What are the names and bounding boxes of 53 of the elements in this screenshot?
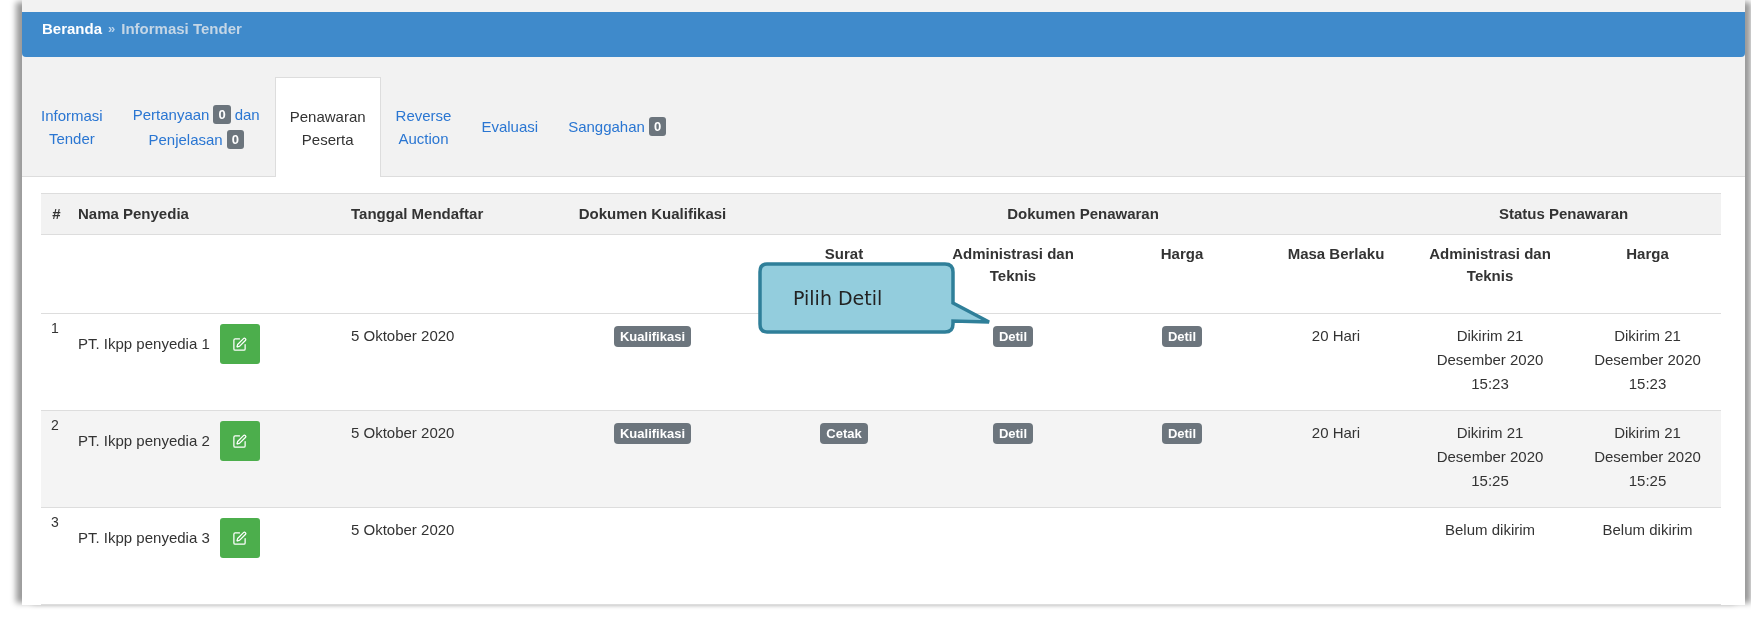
column-header: Tanggal Mendaftar <box>351 205 484 223</box>
detil-button[interactable]: Detil <box>1161 326 1203 347</box>
provider-name: PT. Ikpp penyedia 1 <box>78 334 210 354</box>
cetak-button[interactable]: Cetak <box>820 423 868 444</box>
breadcrumb-home-link[interactable]: Beranda <box>42 20 103 37</box>
detil-button[interactable]: Detil <box>992 423 1034 444</box>
kualifikasi-button[interactable]: Kualifikasi <box>614 423 691 444</box>
edit-button[interactable] <box>219 324 260 364</box>
date-text: 5 Oktober 2020 <box>351 424 455 441</box>
column-header: Harga <box>1626 245 1669 262</box>
edit-button[interactable] <box>219 421 260 461</box>
tab[interactable]: Evaluasi <box>466 86 554 166</box>
row-number: 1 <box>51 320 59 336</box>
tab[interactable]: Informasi Tender <box>26 86 118 166</box>
edit-icon <box>232 336 248 352</box>
row-number: 2 <box>51 417 59 433</box>
date-text: 5 Oktober 2020 <box>351 521 455 538</box>
edit-button[interactable] <box>219 518 260 558</box>
status-text: Dikirim 21 Desember 2020 15:23 <box>1594 327 1701 392</box>
validity-text: 20 Hari <box>1311 327 1361 344</box>
date-text: 5 Oktober 2020 <box>351 327 455 344</box>
tab[interactable]: Pertanyaan 0 dan Penjelasan 0 <box>117 86 275 166</box>
kualifikasi-button[interactable]: Kualifikasi <box>614 326 691 347</box>
tab[interactable]: Reverse Auction <box>380 86 467 166</box>
edit-icon <box>232 530 248 546</box>
column-header: Dokumen Penawaran <box>1007 205 1159 223</box>
column-header: # <box>52 205 61 223</box>
column-header: Surat <box>824 245 864 262</box>
tab[interactable]: Sanggahan 0 <box>553 86 682 166</box>
column-header: Status Penawaran <box>1498 205 1629 223</box>
status-text: Belum dikirim <box>1445 521 1536 538</box>
column-header: Masa Berlaku <box>1287 245 1385 262</box>
status-text: Dikirim 21 Desember 2020 15:23 <box>1436 327 1544 392</box>
count-badge: 0 <box>648 117 667 136</box>
edit-icon <box>232 433 248 449</box>
count-badge: 0 <box>226 129 244 149</box>
count-badge: 0 <box>213 104 231 124</box>
column-header: Harga <box>1160 245 1204 262</box>
tab[interactable]: Penawaran Peserta <box>274 77 381 177</box>
status-text: Dikirim 21 Desember 2020 15:25 <box>1594 424 1701 489</box>
detil-button[interactable]: Detil <box>992 326 1034 347</box>
breadcrumb-separator: » <box>108 21 116 36</box>
column-header: Nama Penyedia <box>78 205 189 223</box>
column-header: Dokumen Kualifikasi <box>578 205 727 223</box>
status-text: Dikirim 21 Desember 2020 15:25 <box>1436 424 1544 489</box>
validity-text: 20 Hari <box>1311 424 1361 441</box>
breadcrumb-current: Informasi Tender <box>121 20 242 37</box>
column-header: Administrasi dan Teknis <box>1429 245 1551 284</box>
provider-name: PT. Ikpp penyedia 3 <box>78 528 210 548</box>
provider-name: PT. Ikpp penyedia 2 <box>78 431 210 451</box>
row-number: 3 <box>51 514 59 530</box>
detil-button[interactable]: Detil <box>1161 423 1203 444</box>
status-text: Belum dikirim <box>1602 521 1693 538</box>
